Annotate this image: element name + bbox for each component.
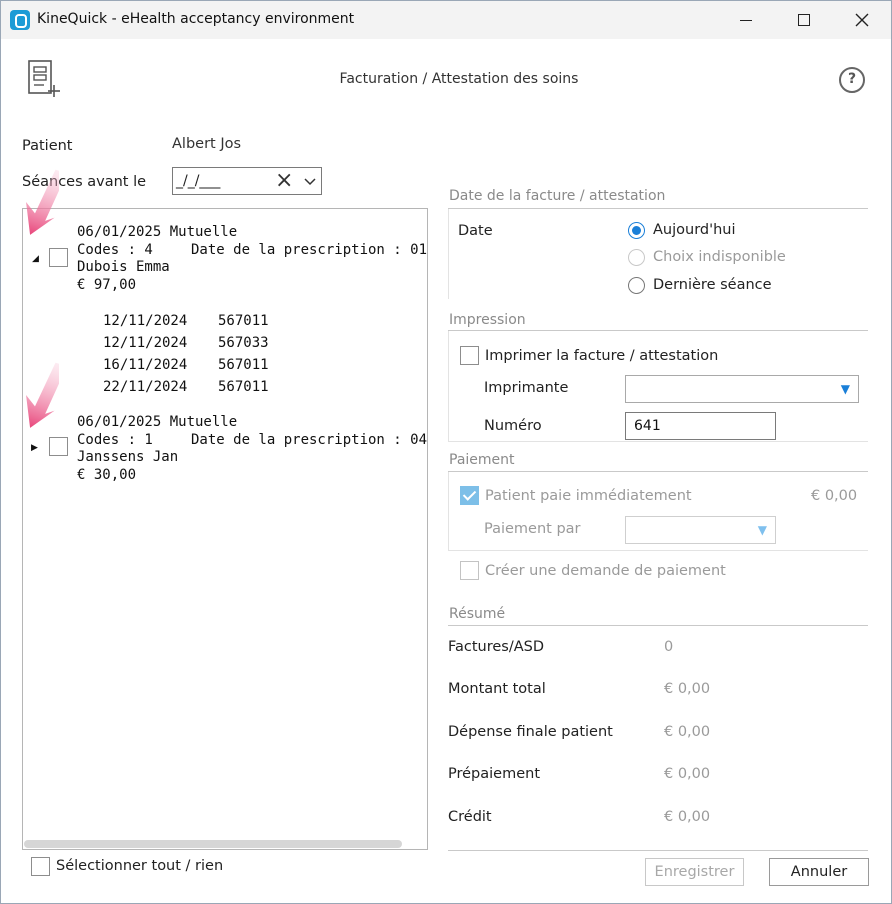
invoice-2-prescription: Date de la prescription : 04/11/2024	[191, 432, 428, 448]
print-section-title: Impression	[449, 312, 526, 328]
invoice-1-codes: Codes : 4	[77, 242, 153, 258]
dropdown-arrow-icon: ▼	[840, 382, 850, 396]
expanded-triangle-icon[interactable]: ◢	[32, 254, 39, 264]
session-date: 12/11/2024	[103, 335, 188, 351]
chevron-down-icon[interactable]	[303, 175, 317, 189]
invoice-1-header: 06/01/2025 Mutuelle	[77, 224, 238, 240]
select-all-checkbox[interactable]	[31, 857, 50, 876]
divider	[448, 471, 868, 472]
divider	[448, 850, 868, 851]
title-bar: KineQuick - eHealth acceptancy environme…	[1, 1, 891, 39]
pointer-arrow-icon	[26, 169, 59, 235]
date-label: Date	[458, 223, 493, 239]
summary-row-value: € 0,00	[664, 766, 711, 782]
number-input[interactable]: 641	[625, 412, 776, 440]
pay-by-select: ▼	[625, 516, 776, 544]
cancel-button[interactable]: Annuler	[769, 858, 869, 886]
print-invoice-label: Imprimer la facture / attestation	[485, 348, 719, 364]
divider	[448, 441, 868, 442]
invoice-list[interactable]: ◢ 06/01/2025 Mutuelle Codes : 4 Date de …	[22, 208, 428, 850]
maximize-icon	[798, 14, 810, 26]
radio-today[interactable]	[628, 222, 645, 239]
summary-row-value: € 0,00	[664, 681, 711, 697]
divider	[448, 550, 868, 551]
invoice-checkbox-1[interactable]	[49, 248, 68, 267]
invoice-checkbox-2[interactable]	[49, 437, 68, 456]
payment-section-title: Paiement	[449, 452, 515, 468]
radio-today-label: Aujourd'hui	[653, 222, 736, 238]
collapsed-triangle-icon[interactable]: ▶	[31, 443, 38, 453]
session-date: 22/11/2024	[103, 379, 188, 395]
radio-last-session-label: Dernière séance	[653, 277, 772, 293]
pay-by-label: Paiement par	[484, 521, 581, 537]
invoice-2-therapist: Janssens Jan	[77, 449, 179, 465]
maximize-button[interactable]	[775, 1, 833, 39]
dropdown-arrow-icon: ▼	[757, 523, 767, 537]
summary-row-label: Dépense finale patient	[448, 724, 613, 740]
session-code: 567011	[218, 379, 269, 395]
divider	[448, 331, 449, 441]
clear-date-icon[interactable]: ×	[275, 169, 293, 193]
minimize-button[interactable]	[717, 1, 775, 39]
print-invoice-checkbox[interactable]	[460, 346, 479, 365]
help-icon[interactable]: ?	[839, 67, 865, 93]
date-input-value: _/_/___	[176, 173, 221, 189]
invoice-1-amount: € 97,00	[77, 277, 137, 293]
dialog-window: KineQuick - eHealth acceptancy environme…	[0, 0, 892, 904]
date-section-title: Date de la facture / attestation	[449, 188, 666, 204]
invoice-2-header: 06/01/2025 Mutuelle	[77, 414, 238, 430]
patient-pays-now-amount: € 0,00	[811, 488, 858, 504]
invoice-2-amount: € 30,00	[77, 467, 137, 483]
session-code: 567033	[218, 335, 269, 351]
select-all-label: Sélectionner tout / rien	[56, 858, 224, 874]
number-input-value: 641	[634, 418, 661, 434]
divider	[448, 625, 868, 626]
printer-label: Imprimante	[484, 380, 569, 396]
patient-label: Patient	[22, 138, 73, 154]
pointer-arrow-icon	[26, 362, 59, 428]
summary-row-value: 0	[664, 639, 674, 655]
session-date: 16/11/2024	[103, 357, 188, 373]
close-icon	[855, 13, 869, 27]
sessions-before-date-input[interactable]: _/_/___ ×	[172, 167, 322, 195]
session-code: 567011	[218, 313, 269, 329]
close-button[interactable]	[833, 1, 891, 39]
payment-request-checkbox	[460, 561, 479, 580]
radio-unavailable-label: Choix indisponible	[653, 249, 786, 265]
session-code: 567011	[218, 357, 269, 373]
summary-row-label: Prépaiement	[448, 766, 541, 782]
radio-unavailable	[628, 249, 645, 266]
patient-pays-now-label: Patient paie immédiatement	[485, 488, 692, 504]
save-button: Enregistrer	[645, 858, 744, 886]
divider	[448, 209, 449, 299]
summary-row-value: € 0,00	[664, 809, 711, 825]
window-title: KineQuick - eHealth acceptancy environme…	[37, 11, 355, 27]
divider	[448, 472, 449, 550]
number-label: Numéro	[484, 418, 542, 434]
page-title: Facturation / Attestation des soins	[339, 71, 579, 87]
session-date: 12/11/2024	[103, 313, 188, 329]
printer-select[interactable]: ▼	[625, 375, 859, 403]
summary-section-title: Résumé	[449, 606, 506, 622]
divider	[448, 208, 868, 209]
invoice-1-therapist: Dubois Emma	[77, 259, 170, 275]
horizontal-scrollbar[interactable]	[24, 840, 402, 848]
radio-last-session[interactable]	[628, 277, 645, 294]
summary-row-label: Crédit	[448, 809, 492, 825]
kinequick-app-icon	[10, 10, 30, 30]
summary-row-label: Montant total	[448, 681, 546, 697]
payment-request-label: Créer une demande de paiement	[485, 563, 726, 579]
invoice-2-codes: Codes : 1	[77, 432, 153, 448]
patient-value: Albert Jos	[172, 136, 242, 152]
invoice-1-prescription: Date de la prescription : 01/11/2024	[191, 242, 428, 258]
summary-row-label: Factures/ASD	[448, 639, 545, 655]
divider	[448, 330, 868, 331]
summary-row-value: € 0,00	[664, 724, 711, 740]
minimize-icon	[740, 19, 752, 21]
patient-pays-now-checkbox	[460, 486, 479, 505]
